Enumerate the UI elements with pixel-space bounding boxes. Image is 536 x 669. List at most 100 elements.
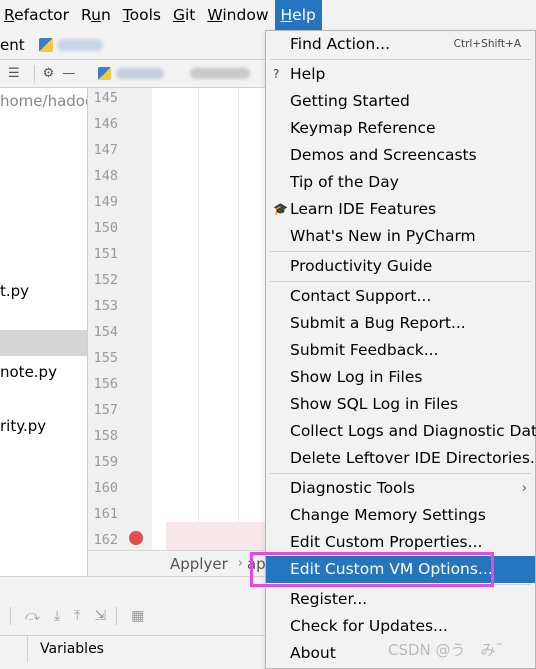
- menu-tools[interactable]: Tools: [117, 0, 167, 30]
- minimize-icon[interactable]: —: [62, 66, 75, 81]
- step-out-icon[interactable]: ⤒: [74, 608, 80, 624]
- menu-separator: [270, 59, 531, 60]
- blurred-filename[interactable]: [56, 38, 103, 51]
- menu-item-delete-leftover[interactable]: Delete Leftover IDE Directories...: [266, 445, 536, 472]
- line-number: 157: [93, 402, 118, 418]
- line-number: 152: [93, 272, 118, 288]
- menu-run-rest: n: [100, 6, 111, 24]
- editor-tabs: [88, 60, 268, 88]
- menu-item-show-sql-log[interactable]: Show SQL Log in Files: [266, 391, 535, 418]
- shortcut-label: Ctrl+Shift+A: [453, 38, 521, 50]
- menu-item-submit-feedback[interactable]: Submit Feedback...: [266, 337, 535, 364]
- menu-item-demos[interactable]: Demos and Screencasts: [266, 142, 535, 169]
- watermark: CSDN @う み˘: [388, 641, 504, 659]
- debug-toolbar: ⤼ ⤓ ⤒ ⇲ ▦: [0, 603, 270, 629]
- menu-window-rest: indow: [222, 6, 269, 24]
- line-number: 154: [93, 324, 118, 340]
- menu-item-collect-logs[interactable]: Collect Logs and Diagnostic Data: [266, 418, 536, 445]
- line-number: 156: [93, 376, 118, 392]
- line-number: 162: [93, 532, 118, 548]
- line-number: 147: [93, 142, 118, 158]
- menu-git[interactable]: Git: [167, 0, 201, 30]
- collapse-icon[interactable]: ☰: [8, 66, 20, 81]
- breadcrumb-chevron-icon: ›: [237, 556, 243, 571]
- line-number: 149: [93, 194, 118, 210]
- menu-separator: [270, 251, 531, 252]
- menu-item-diagnostic-tools[interactable]: Diagnostic Tools ›: [266, 475, 535, 502]
- step-over-icon[interactable]: ⤼: [25, 608, 40, 624]
- menu-git-rest: it: [184, 6, 196, 24]
- graduation-cap-icon: 🎓: [273, 202, 288, 216]
- project-root-path[interactable]: home/hadoo: [0, 88, 87, 114]
- code-editor[interactable]: [152, 88, 268, 550]
- python-file-icon: [98, 67, 111, 80]
- menu-separator: [270, 473, 531, 474]
- menu-help[interactable]: Help: [274, 0, 322, 30]
- python-file-icon: [38, 37, 53, 52]
- menu-item-whats-new[interactable]: What's New in PyCharm: [266, 223, 535, 250]
- toolbar-divider: [33, 64, 35, 83]
- menu-tools-rest: ools: [129, 6, 161, 24]
- menu-item-check-updates[interactable]: Check for Updates...: [266, 613, 535, 640]
- menu-item-show-log[interactable]: Show Log in Files: [266, 364, 535, 391]
- indent-guide: [198, 88, 199, 550]
- menu-window[interactable]: Window: [201, 0, 274, 30]
- editor-tab-inactive[interactable]: [190, 68, 250, 79]
- line-number: 145: [93, 90, 118, 106]
- line-number: 158: [93, 428, 118, 444]
- indent-guide: [238, 88, 239, 550]
- menu-separator: [270, 281, 531, 282]
- toolbar-divider: [116, 607, 118, 625]
- menu-item-learn-ide[interactable]: 🎓 Learn IDE Features: [266, 196, 535, 223]
- gear-icon[interactable]: ⚙: [43, 66, 55, 81]
- evaluate-table-icon[interactable]: ▦: [131, 608, 144, 624]
- step-into-icon[interactable]: ⤓: [54, 608, 60, 624]
- line-number: 160: [93, 480, 118, 496]
- menu-item-keymap-reference[interactable]: Keymap Reference: [266, 115, 535, 142]
- line-number: 155: [93, 350, 118, 366]
- menu-item-tip-of-the-day[interactable]: Tip of the Day: [266, 169, 535, 196]
- line-number: 153: [93, 298, 118, 314]
- menu-bar: Refactor Run Tools Git Window Help: [0, 0, 536, 30]
- editor-breadcrumb: Applyer › ap: [88, 550, 268, 576]
- menu-run[interactable]: Run: [75, 0, 117, 30]
- menu-run-first: R: [81, 6, 92, 24]
- menu-item-change-memory[interactable]: Change Memory Settings: [266, 502, 535, 529]
- frames-column: [0, 635, 28, 662]
- tree-file-rity-py[interactable]: rity.py: [0, 413, 87, 439]
- menu-item-register[interactable]: Register...: [266, 586, 535, 613]
- variables-label: Variables: [40, 640, 104, 657]
- menu-item-contact-support[interactable]: Contact Support...: [266, 283, 535, 310]
- project-tree: home/hadoo t.py note.py rity.py: [0, 88, 88, 576]
- menu-help-rest: elp: [292, 6, 316, 24]
- menu-item-getting-started[interactable]: Getting Started: [266, 88, 535, 115]
- menu-refactor-rest: efactor: [14, 6, 70, 24]
- toolbar-divider: [10, 607, 11, 625]
- menu-item-bug-report[interactable]: Submit a Bug Report...: [266, 310, 535, 337]
- breadcrumb-module[interactable]: ent: [0, 36, 25, 54]
- tree-file-t-py[interactable]: t.py: [0, 278, 87, 304]
- line-number: 146: [93, 116, 118, 132]
- line-number: 150: [93, 220, 118, 236]
- run-to-cursor-icon[interactable]: ⇲: [94, 608, 106, 624]
- breakpoint-line-highlight: [166, 522, 268, 550]
- annotation-highlight-box: [250, 552, 494, 587]
- menu-item-productivity-guide[interactable]: Productivity Guide: [266, 253, 535, 280]
- submenu-chevron-icon: ›: [521, 481, 527, 496]
- tree-selected-row[interactable]: [0, 330, 87, 356]
- line-number: 161: [93, 506, 118, 522]
- editor-tab-active[interactable]: [116, 68, 164, 79]
- line-number: 159: [93, 454, 118, 470]
- variables-header: Variables: [0, 635, 270, 662]
- project-toolbar: ☰ ⚙ —: [0, 60, 88, 88]
- line-number: 148: [93, 168, 118, 184]
- breadcrumb-class[interactable]: Applyer: [170, 555, 228, 573]
- editor-gutter: 145 146 147 148 149 150 151 152 153 154 …: [88, 88, 165, 550]
- tree-file-note-py[interactable]: note.py: [0, 359, 87, 385]
- breakpoint-icon[interactable]: [129, 531, 143, 545]
- menu-item-help[interactable]: ? Help: [266, 61, 535, 88]
- line-number: 151: [93, 246, 118, 262]
- menu-refactor[interactable]: Refactor: [0, 0, 75, 30]
- menu-item-find-action[interactable]: Find Action... Ctrl+Shift+A: [266, 31, 535, 58]
- question-icon: ?: [273, 67, 280, 81]
